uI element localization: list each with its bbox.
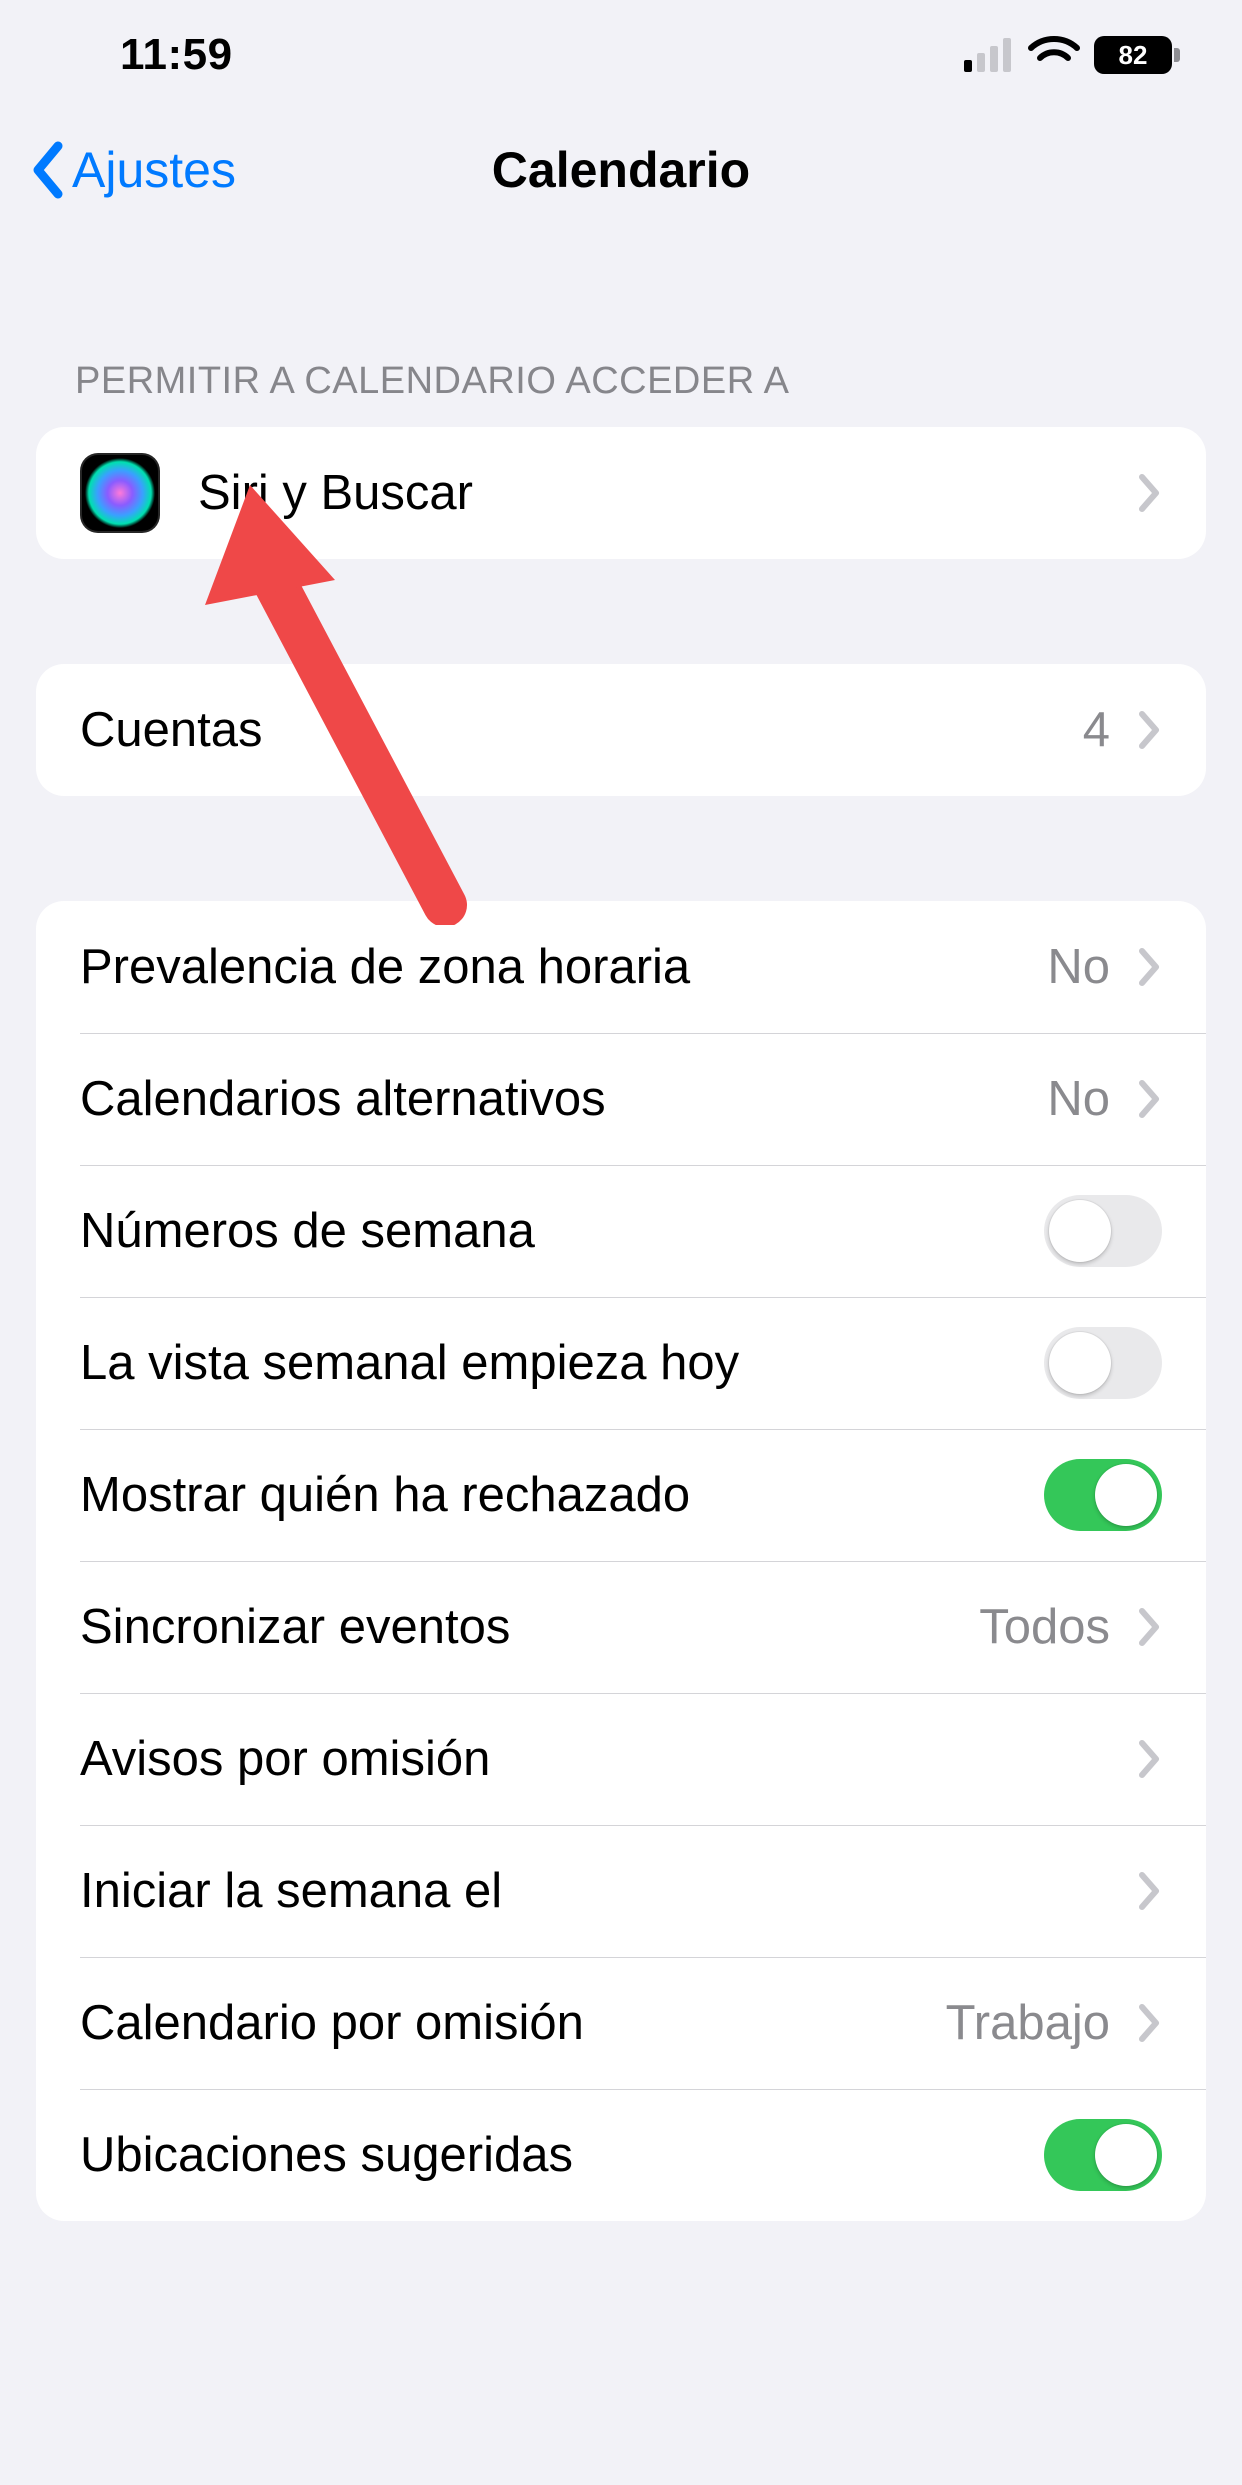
accounts-count: 4 [1083, 702, 1110, 758]
default-calendar-value: Trabajo [946, 1995, 1110, 2051]
row-default-calendar[interactable]: Calendario por omisión Trabajo [36, 1957, 1206, 2089]
timezone-override-label: Prevalencia de zona horaria [80, 939, 1047, 995]
battery-percent: 82 [1119, 40, 1148, 71]
row-accounts[interactable]: Cuentas 4 [36, 664, 1206, 796]
show-declined-toggle[interactable] [1044, 1459, 1162, 1531]
status-bar: 11:59 82 [0, 0, 1242, 110]
cellular-icon [964, 38, 1014, 72]
battery-icon: 82 [1094, 36, 1172, 74]
row-alt-calendars[interactable]: Calendarios alternativos No [36, 1033, 1206, 1165]
chevron-right-icon [1138, 473, 1162, 513]
chevron-right-icon [1138, 1739, 1162, 1779]
row-siri-search[interactable]: Siri y Buscar [36, 427, 1206, 559]
week-view-starts-today-label: La vista semanal empieza hoy [80, 1335, 1044, 1391]
alt-calendars-label: Calendarios alternativos [80, 1071, 1047, 1127]
group-access: Siri y Buscar [36, 427, 1206, 559]
sync-events-value: Todos [979, 1599, 1110, 1655]
group-calendar-settings: Prevalencia de zona horaria No Calendari… [36, 901, 1206, 2221]
row-suggested-locations: Ubicaciones sugeridas [36, 2089, 1206, 2221]
row-show-declined: Mostrar quién ha rechazado [36, 1429, 1206, 1561]
nav-header: Ajustes Calendario [0, 110, 1242, 230]
suggested-locations-label: Ubicaciones sugeridas [80, 2127, 1044, 2183]
chevron-right-icon [1138, 1607, 1162, 1647]
week-starts-on-label: Iniciar la semana el [80, 1863, 1132, 1919]
back-button[interactable]: Ajustes [30, 140, 236, 200]
status-time: 11:59 [70, 30, 233, 80]
accounts-label: Cuentas [80, 702, 1083, 758]
siri-icon [80, 453, 160, 533]
chevron-right-icon [1138, 710, 1162, 750]
siri-search-label: Siri y Buscar [198, 465, 1132, 521]
chevron-right-icon [1138, 2003, 1162, 2043]
status-right: 82 [964, 36, 1172, 74]
row-week-view-starts-today: La vista semanal empieza hoy [36, 1297, 1206, 1429]
row-week-numbers: Números de semana [36, 1165, 1206, 1297]
show-declined-label: Mostrar quién ha rechazado [80, 1467, 1044, 1523]
back-label: Ajustes [72, 141, 236, 199]
row-default-alerts[interactable]: Avisos por omisión [36, 1693, 1206, 1825]
chevron-left-icon [30, 140, 66, 200]
chevron-right-icon [1138, 1871, 1162, 1911]
row-week-starts-on[interactable]: Iniciar la semana el [36, 1825, 1206, 1957]
week-numbers-label: Números de semana [80, 1203, 1044, 1259]
row-timezone-override[interactable]: Prevalencia de zona horaria No [36, 901, 1206, 1033]
default-alerts-label: Avisos por omisión [80, 1731, 1132, 1787]
page-title: Calendario [492, 141, 750, 199]
section-header-access: PERMITIR A CALENDARIO ACCEDER A [0, 360, 1242, 427]
group-accounts: Cuentas 4 [36, 664, 1206, 796]
week-numbers-toggle[interactable] [1044, 1195, 1162, 1267]
sync-events-label: Sincronizar eventos [80, 1599, 979, 1655]
row-sync-events[interactable]: Sincronizar eventos Todos [36, 1561, 1206, 1693]
timezone-override-value: No [1047, 939, 1110, 995]
default-calendar-label: Calendario por omisión [80, 1995, 946, 2051]
alt-calendars-value: No [1047, 1071, 1110, 1127]
suggested-locations-toggle[interactable] [1044, 2119, 1162, 2191]
wifi-icon [1028, 36, 1080, 74]
week-view-starts-today-toggle[interactable] [1044, 1327, 1162, 1399]
chevron-right-icon [1138, 1079, 1162, 1119]
chevron-right-icon [1138, 947, 1162, 987]
